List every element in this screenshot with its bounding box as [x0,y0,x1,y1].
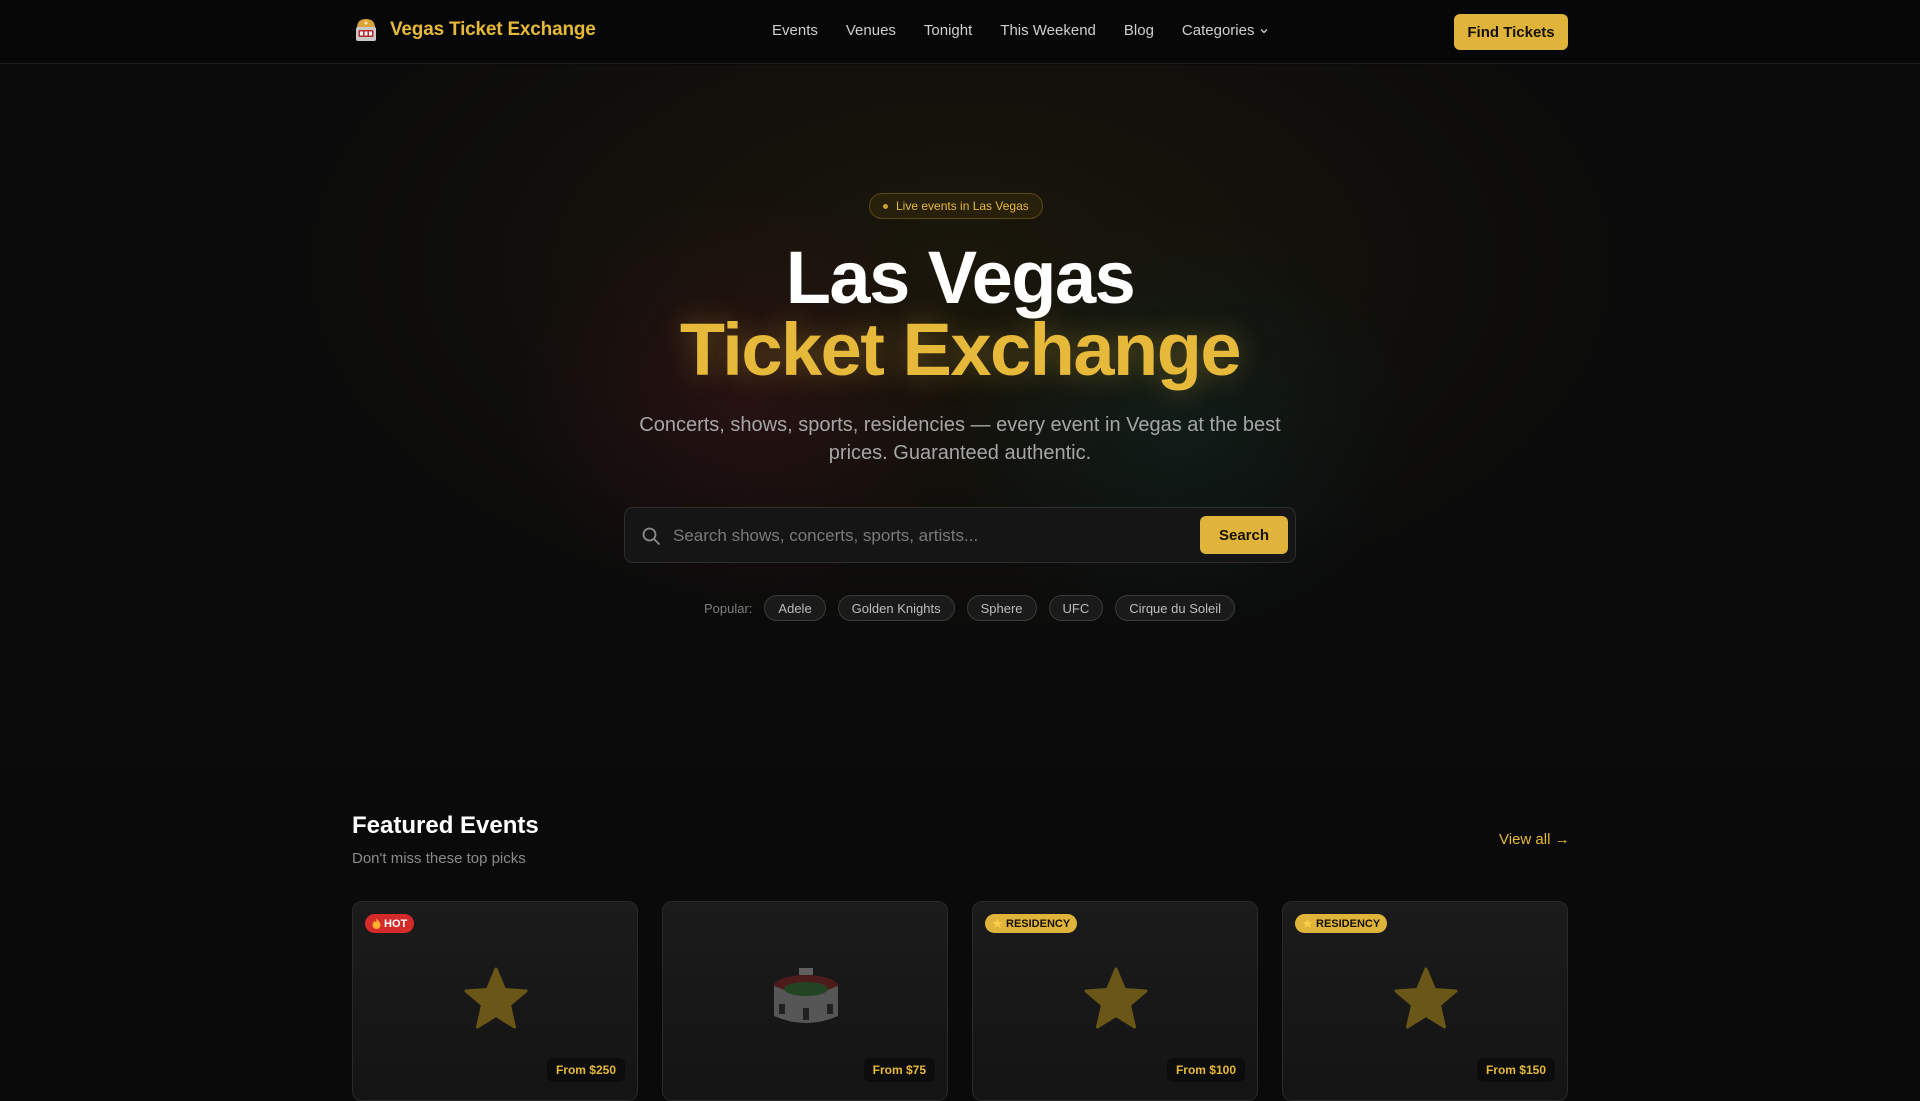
top-navbar: Vegas Ticket Exchange Events Venues Toni… [0,0,1920,64]
badge-label: HOT [384,917,408,930]
popular-label: Popular: [704,600,753,616]
nav-link-tonight[interactable]: Tonight [924,22,972,39]
star-icon [464,967,528,1029]
search-button[interactable]: Search [1200,516,1288,554]
chevron-down-icon [1261,28,1268,33]
brand-name: Vegas Ticket Exchange [390,19,596,40]
hero-title-line2: Ticket Exchange [679,308,1242,391]
live-events-label: Live events in Las Vegas [896,199,1029,213]
price-from: From $75 [863,1058,935,1082]
event-card[interactable]: RESIDENCY From $100 [972,901,1258,1101]
live-events-pill: Live events in Las Vegas [869,193,1043,219]
stadium-icon [774,968,838,1023]
star-icon [1394,967,1458,1029]
residency-badge: RESIDENCY [1295,914,1388,933]
search-icon [642,527,660,545]
price-from: From $250 [546,1058,625,1082]
event-card[interactable]: HOT From $250 [352,901,638,1101]
popular-tag-sphere[interactable]: Sphere [966,595,1037,621]
fire-icon [372,918,381,929]
featured-events-title: Featured Events [352,812,539,839]
nav-dropdown-categories[interactable]: Categories [1182,22,1270,39]
event-card[interactable]: From $75 [662,901,948,1101]
live-dot-icon [883,203,888,209]
popular-tag-golden-knights[interactable]: Golden Knights [837,595,955,621]
residency-badge: RESIDENCY [985,914,1078,933]
star-icon [992,918,1003,928]
hero-subtitle: Concerts, shows, sports, residencies — e… [639,414,1281,464]
slot-machine-icon [352,16,380,44]
search-input[interactable] [673,518,1173,554]
star-icon [1302,918,1313,928]
price-from: From $150 [1476,1058,1555,1082]
search-bar: Search [624,507,1296,563]
nav-link-blog[interactable]: Blog [1124,22,1154,39]
event-card[interactable]: RESIDENCY From $150 [1282,901,1568,1101]
popular-searches: Popular: Adele Golden Knights Sphere UFC… [704,595,1235,621]
popular-tag-ufc[interactable]: UFC [1048,595,1104,621]
popular-tag-cirque-du-soleil[interactable]: Cirque du Soleil [1115,595,1235,621]
popular-tag-adele[interactable]: Adele [764,595,826,621]
price-from: From $100 [1166,1058,1245,1082]
star-icon [1084,967,1148,1029]
find-tickets-button[interactable]: Find Tickets [1454,14,1568,50]
main-nav: Events Venues Tonight This Weekend Blog … [772,22,1269,39]
badge-label: RESIDENCY [1316,917,1381,930]
hot-badge: HOT [365,914,415,933]
nav-dropdown-label: Categories [1181,22,1255,39]
nav-link-events[interactable]: Events [772,22,818,39]
brand-logo-link[interactable]: Vegas Ticket Exchange [352,16,596,44]
badge-label: RESIDENCY [1006,917,1071,930]
nav-link-this-weekend[interactable]: This Weekend [1000,22,1096,39]
view-all-link[interactable]: View all → [1499,831,1570,848]
featured-events-subtitle: Don't miss these top picks [352,850,526,867]
nav-link-venues[interactable]: Venues [846,22,896,39]
